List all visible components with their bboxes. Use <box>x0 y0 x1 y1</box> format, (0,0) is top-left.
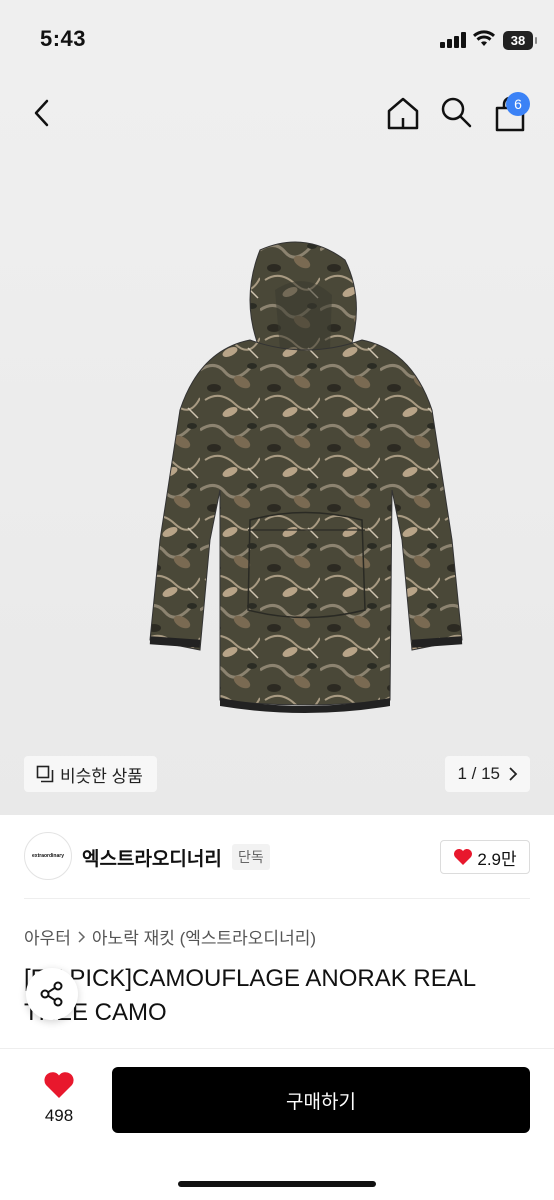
brand-logo[interactable]: extraordinary <box>24 832 72 880</box>
heart-icon <box>44 1072 74 1098</box>
cart-count-badge: 6 <box>506 92 530 116</box>
exclusive-tag: 단독 <box>232 844 270 870</box>
breadcrumb: 아우터 아노락 재킷 (엑스트라오디너리) <box>24 924 316 949</box>
chevron-right-icon <box>509 767 518 781</box>
bottom-action-bar: 498 구매하기 <box>0 1048 554 1200</box>
image-counter-button[interactable]: 1 / 15 <box>445 756 530 792</box>
breadcrumb-category[interactable]: 아우터 <box>24 924 71 949</box>
brand-logo-text: extraordinary <box>32 853 64 859</box>
wish-count: 498 <box>44 1106 74 1125</box>
wish-button[interactable]: 498 <box>34 1071 84 1126</box>
share-button[interactable] <box>26 968 78 1020</box>
product-image <box>149 241 463 713</box>
overlap-squares-icon <box>36 765 54 783</box>
breadcrumb-subcategory[interactable]: 아노락 재킷 (엑스트라오디너리) <box>92 924 316 949</box>
home-icon[interactable] <box>384 94 422 132</box>
status-bar: 5:43 38 <box>0 0 554 80</box>
buy-button[interactable]: 구매하기 <box>112 1067 530 1133</box>
similar-products-button[interactable]: 비슷한 상품 <box>24 756 157 792</box>
battery-indicator: 38 <box>503 31 537 50</box>
chevron-right-icon <box>78 930 85 943</box>
status-time: 5:43 <box>40 26 87 51</box>
back-icon[interactable] <box>26 96 60 130</box>
brand-like-count: 2.9만 <box>477 849 517 869</box>
home-indicator <box>178 1181 376 1187</box>
product-title: [EX PICK]CAMOUFLAGE ANORAK REAL TREE CAM… <box>24 965 476 1026</box>
share-icon <box>40 981 63 1007</box>
similar-products-label: 비슷한 상품 <box>60 766 143 786</box>
wifi-icon <box>473 30 495 46</box>
product-gallery[interactable]: 6 비슷한 상품 1 / 15 <box>0 80 554 815</box>
brand-like-button[interactable]: 2.9만 <box>440 840 530 874</box>
heart-icon <box>454 849 473 865</box>
signal-icon <box>440 32 466 48</box>
image-counter: 1 / 15 <box>457 764 500 783</box>
brand-name[interactable]: 엑스트라오디너리 <box>82 844 222 871</box>
search-icon[interactable] <box>438 94 474 130</box>
brand-row: extraordinary 엑스트라오디너리 단독 2.9만 <box>0 832 554 882</box>
divider <box>24 898 530 899</box>
